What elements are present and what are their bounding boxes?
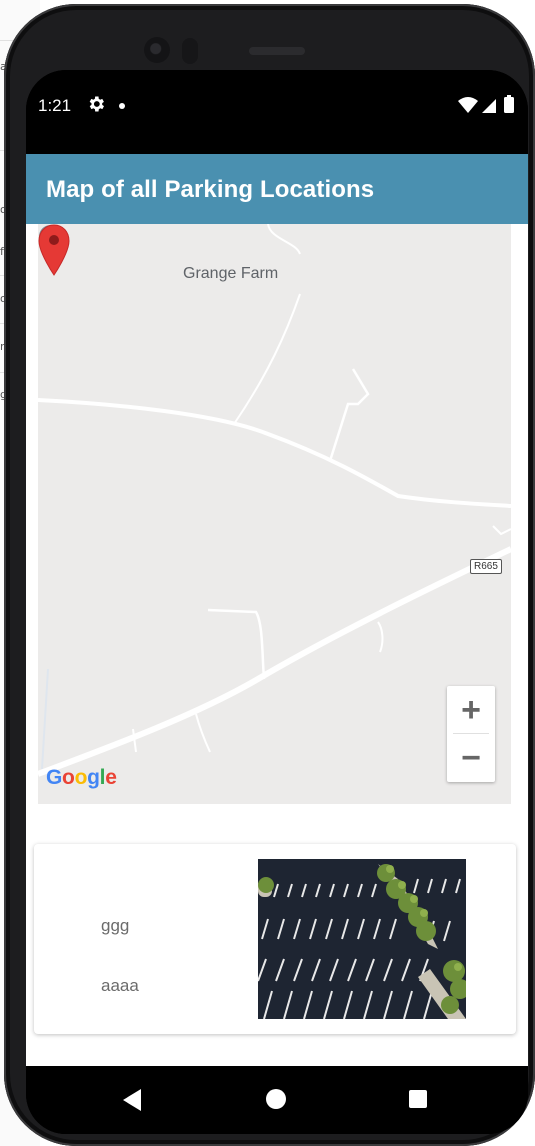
phone-frame: 1:21 Map of all Parking Locations Grange… (4, 4, 535, 1146)
parking-name: ggg (101, 916, 130, 935)
phone-screen: 1:21 Map of all Parking Locations Grange… (26, 70, 528, 1134)
status-time: 1:21 (38, 96, 72, 115)
front-camera (144, 37, 170, 63)
parking-marker-icon[interactable] (38, 224, 70, 276)
battery-icon (504, 95, 514, 113)
app-title: Map of all Parking Locations (46, 176, 375, 203)
map-view[interactable]: Grange Farm R665 Google + − (38, 224, 511, 804)
back-icon[interactable] (121, 1088, 143, 1112)
zoom-out-button[interactable]: − (447, 734, 495, 782)
earpiece-speaker (249, 47, 305, 55)
recents-icon[interactable] (409, 1090, 427, 1108)
map-roads (38, 224, 511, 777)
zoom-in-button[interactable]: + (447, 686, 495, 734)
main-content: Grange Farm R665 Google + − ggg aaaa (26, 224, 528, 1066)
wifi-icon (458, 97, 478, 113)
gear-icon (89, 96, 104, 112)
status-bar: 1:21 (26, 70, 528, 154)
notification-dot-icon (119, 103, 125, 109)
parking-description: aaaa (101, 976, 139, 995)
zoom-controls: + − (447, 686, 495, 782)
google-logo: Google (46, 766, 117, 789)
road-label: R665 (470, 559, 502, 574)
front-sensor (182, 38, 198, 64)
poi-label[interactable]: Grange Farm (183, 265, 278, 283)
home-icon[interactable] (266, 1089, 286, 1109)
app-bar: Map of all Parking Locations (26, 154, 528, 224)
parking-card[interactable]: ggg aaaa (34, 844, 516, 1034)
parking-lot-image (258, 859, 466, 1019)
system-status-icons (458, 95, 514, 113)
navigation-bar (26, 1066, 528, 1134)
signal-icon (482, 99, 496, 113)
